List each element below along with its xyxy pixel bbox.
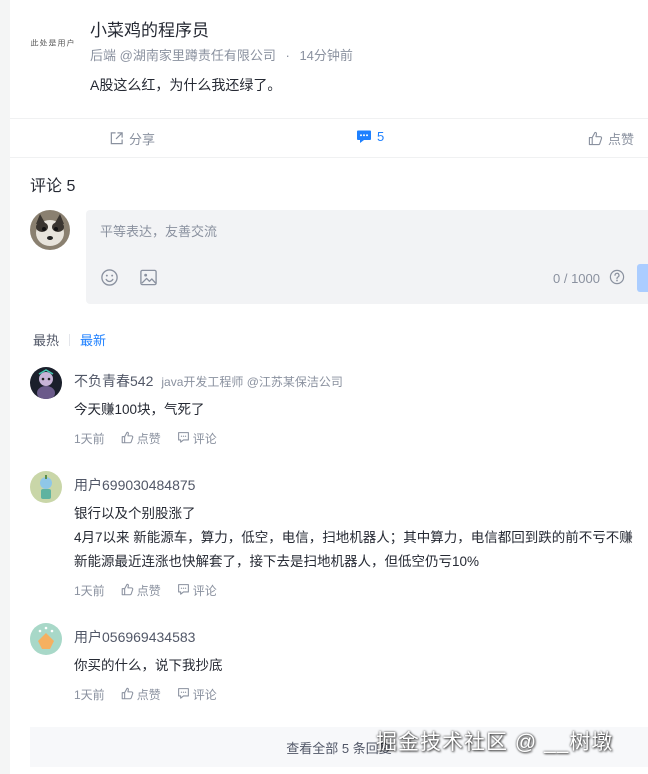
send-button[interactable]	[637, 264, 648, 292]
comment-reply-button[interactable]: 评论	[177, 582, 217, 599]
comment-count: 5	[377, 129, 385, 144]
comment-reply-label: 评论	[192, 432, 217, 446]
comment-time: 1天前	[74, 688, 105, 702]
commenter-job: java开发工程师 @江苏某保洁公司	[161, 375, 343, 389]
author-name[interactable]: 小菜鸡的程序员	[90, 16, 209, 41]
comment-line: 你买的什么，说下我抄底	[74, 658, 223, 673]
comment-like-button[interactable]: 点赞	[121, 686, 161, 703]
comment-line: 今天赚100块，气死了	[74, 402, 205, 417]
post-card: 此处是用户 小菜鸡的程序员 后端 @湖南家里蹲责任有限公司 · 14分钟前 A股…	[0, 0, 648, 158]
commenter-username[interactable]: 不负青春542	[74, 373, 153, 389]
comment-item: 不负青春542 java开发工程师 @江苏某保洁公司 今天赚100块，气死了 1天…	[30, 367, 648, 457]
comment-reply-label: 评论	[192, 688, 217, 702]
commenter-avatar[interactable]	[30, 623, 62, 655]
comment-footer: 1天前 点赞 评论	[74, 430, 233, 447]
comment-line: 银行以及个别股涨了	[74, 506, 196, 521]
sort-tabs: 最热 最新	[33, 330, 106, 349]
sort-hot-tab[interactable]: 最热	[33, 330, 59, 349]
commenter-avatar[interactable]	[30, 471, 62, 503]
watermark: 掘金技术社区 @ __树墩	[376, 731, 614, 754]
comment-like-label: 点赞	[136, 432, 161, 446]
comment-editor: 0 / 1000	[86, 210, 648, 304]
share-icon	[109, 131, 124, 146]
author-company: @湖南家里蹲责任有限公司	[119, 48, 276, 63]
post-time: 14分钟前	[299, 48, 353, 63]
comment-text: 银行以及个别股涨了 4月7以来 新能源车，算力，低空，电信，扫地机器人；其中算力…	[74, 502, 633, 574]
comment-like-button[interactable]: 点赞	[121, 430, 161, 447]
sort-new-tab[interactable]: 最新	[80, 330, 106, 349]
current-user-avatar	[30, 210, 70, 250]
char-count: 0 / 1000	[553, 271, 600, 286]
avatar-logo-text: 此处是用户	[30, 38, 76, 48]
comment-item: 用户699030484875 银行以及个别股涨了 4月7以来 新能源车，算力，低…	[30, 471, 648, 601]
post-content: A股这么红，为什么我还绿了。	[90, 77, 282, 93]
comment-reply-button[interactable]: 评论	[177, 430, 217, 447]
comment-reply-label: 评论	[192, 584, 217, 598]
meta-separator: ·	[285, 48, 290, 63]
emoji-icon[interactable]	[100, 268, 119, 292]
editor-toolbar	[100, 268, 158, 292]
comment-text: 你买的什么，说下我抄底	[74, 654, 223, 678]
thumbs-up-icon	[121, 687, 134, 703]
post-meta: 后端 @湖南家里蹲责任有限公司 · 14分钟前	[90, 45, 353, 64]
sort-divider	[69, 333, 71, 346]
comment-button[interactable]: 5	[356, 129, 384, 144]
comment-like-button[interactable]: 点赞	[121, 582, 161, 599]
commenter-username[interactable]: 用户056969434583	[74, 629, 195, 645]
comment-bubble-icon	[177, 687, 190, 703]
thumbs-up-icon	[121, 431, 134, 447]
commenter-name[interactable]: 不负青春542 java开发工程师 @江苏某保洁公司	[74, 371, 343, 391]
like-button[interactable]: 点赞	[588, 129, 634, 148]
comment-bubble-icon	[177, 583, 190, 599]
image-icon[interactable]	[139, 268, 158, 292]
comments-title: 评论 5	[30, 178, 76, 195]
commenter-name[interactable]: 用户056969434583	[74, 627, 195, 647]
comment-like-label: 点赞	[136, 584, 161, 598]
commenter-username[interactable]: 用户699030484875	[74, 477, 195, 493]
comment-time: 1天前	[74, 432, 105, 446]
help-icon[interactable]	[609, 269, 625, 290]
commenter-avatar[interactable]	[30, 367, 62, 399]
comment-bubble-icon	[177, 431, 190, 447]
comment-like-label: 点赞	[136, 688, 161, 702]
comment-footer: 1天前 点赞 评论	[74, 686, 233, 703]
comment-text: 今天赚100块，气死了	[74, 398, 205, 422]
comment-input[interactable]	[98, 223, 622, 240]
thumbs-up-icon	[121, 583, 134, 599]
like-label: 点赞	[608, 132, 635, 147]
commenter-name[interactable]: 用户699030484875	[74, 475, 195, 495]
comment-icon	[356, 129, 372, 144]
thumbs-up-icon	[588, 131, 603, 146]
comment-line: 新能源最近连涨也快解套了，接下去是扫地机器人，但低空仍亏10%	[74, 554, 480, 569]
comment-footer: 1天前 点赞 评论	[74, 582, 233, 599]
author-avatar[interactable]: 此处是用户	[30, 20, 76, 66]
author-role: 后端	[90, 48, 117, 63]
comment-time: 1天前	[74, 584, 105, 598]
page: 此处是用户 小菜鸡的程序员 后端 @湖南家里蹲责任有限公司 · 14分钟前 A股…	[0, 0, 648, 774]
share-button[interactable]: 分享	[109, 129, 155, 148]
comment-line: 4月7以来 新能源车，算力，低空，电信，扫地机器人；其中算力，电信都回到跌的前不…	[74, 530, 633, 545]
post-action-bar: 分享 5 点赞	[10, 118, 648, 158]
comment-item: 用户056969434583 你买的什么，说下我抄底 1天前 点赞 评论	[30, 623, 648, 713]
share-label: 分享	[129, 132, 156, 147]
comment-reply-button[interactable]: 评论	[177, 686, 217, 703]
